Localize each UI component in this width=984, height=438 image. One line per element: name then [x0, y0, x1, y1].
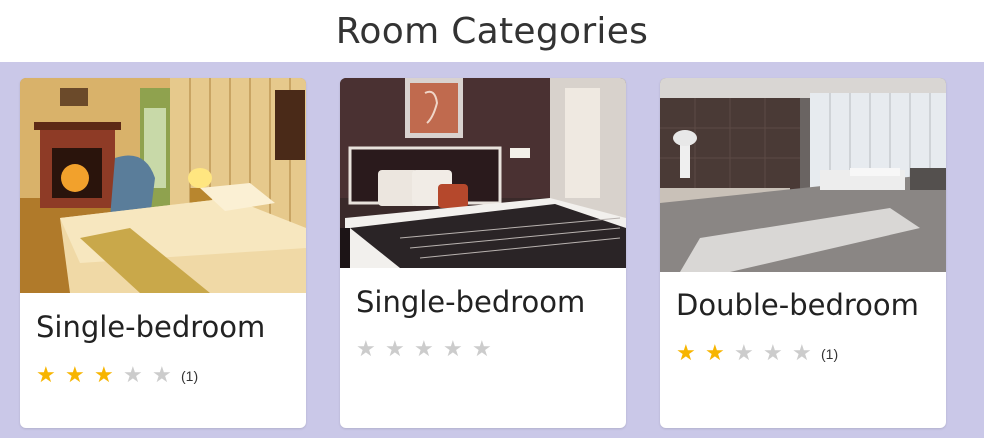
- room-name[interactable]: Single-bedroom: [36, 310, 265, 344]
- star-icon: ★: [472, 337, 492, 362]
- room-card-3[interactable]: Double-bedroom ★ ★ ★ ★ ★ (1): [660, 78, 946, 428]
- room-photo[interactable]: [660, 78, 946, 272]
- star-icon: ★: [123, 363, 143, 388]
- page-header: Room Categories: [0, 0, 984, 62]
- star-icon: ★: [385, 337, 405, 362]
- room-name[interactable]: Double-bedroom: [676, 288, 919, 322]
- star-icon: ★: [356, 337, 376, 362]
- room-photo[interactable]: [20, 78, 306, 293]
- star-icon: ★: [443, 337, 463, 362]
- rating-stars: ★ ★ ★ ★ ★: [356, 339, 501, 361]
- room-card-2[interactable]: Single-bedroom ★ ★ ★ ★ ★: [340, 78, 626, 428]
- star-icon: ★: [94, 363, 114, 388]
- star-icon: ★: [705, 341, 725, 366]
- room-photo[interactable]: [340, 78, 626, 268]
- room-card-1[interactable]: Single-bedroom ★ ★ ★ ★ ★ (1): [20, 78, 306, 428]
- page-title: Room Categories: [335, 10, 649, 52]
- star-icon: ★: [65, 363, 85, 388]
- star-icon: ★: [763, 341, 783, 366]
- star-icon: ★: [676, 341, 696, 366]
- star-icon: ★: [414, 337, 434, 362]
- review-count: (1): [821, 346, 839, 362]
- star-icon: ★: [36, 363, 56, 388]
- star-icon: ★: [792, 341, 812, 366]
- room-name[interactable]: Single-bedroom: [356, 285, 585, 319]
- rating-stars: ★ ★ ★ ★ ★ (1): [676, 343, 838, 365]
- rating-stars: ★ ★ ★ ★ ★ (1): [36, 365, 198, 387]
- star-icon: ★: [734, 341, 754, 366]
- review-count: (1): [181, 368, 199, 384]
- star-icon: ★: [152, 363, 172, 388]
